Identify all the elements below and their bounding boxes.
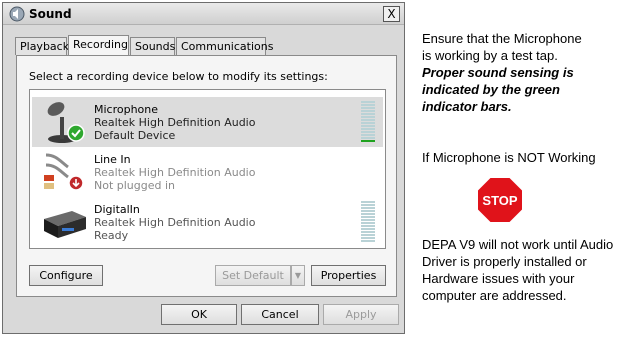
level-segment [361,201,375,203]
level-segment [361,210,375,212]
device-driver: Realtek High Definition Audio [94,166,256,179]
device-driver: Realtek High Definition Audio [94,216,256,229]
device-line-in[interactable]: Line In Realtek High Definition Audio No… [32,147,383,197]
level-segment [361,119,375,121]
level-segment [361,134,375,136]
level-segment [361,131,375,133]
level-segment [361,213,375,215]
properties-button[interactable]: Properties [311,265,386,286]
recording-panel: Select a recording device below to modif… [16,55,397,297]
sound-dialog: Sound X Playback Recording Sounds Commun… [2,2,405,334]
window-title: Sound [29,7,72,21]
level-segment [361,228,375,230]
device-name: Microphone [94,103,159,116]
apply-button[interactable]: Apply [323,304,399,325]
level-segment [361,137,375,139]
level-segment [361,128,375,130]
note-line: Driver is properly installed or [422,254,587,269]
ok-button[interactable]: OK [161,304,237,325]
level-segment [361,122,375,124]
level-segment [361,116,375,118]
instruction-text: Select a recording device below to modif… [29,70,328,83]
level-meter [361,201,375,243]
line-in-cable-icon [44,153,84,191]
level-segment [361,107,375,109]
level-segment [361,222,375,224]
stop-sign-text: STOP [482,193,517,208]
device-status: Default Device [94,129,176,142]
close-button[interactable]: X [383,6,400,22]
tab-sounds[interactable]: Sounds [130,37,175,55]
device-driver: Realtek High Definition Audio [94,116,256,129]
instructions-note: Ensure that the Microphone is working by… [422,30,582,115]
level-segment [361,110,375,112]
note-line: Hardware issues with your [422,271,575,286]
device-name: DigitalIn [94,203,140,216]
device-name: Line In [94,153,131,166]
stop-sign-icon: STOP [476,176,524,224]
level-segment [361,125,375,127]
level-segment [361,140,375,142]
set-default-dropdown[interactable]: ▼ [291,265,305,286]
device-microphone[interactable]: Microphone Realtek High Definition Audio… [32,97,383,147]
note-line: is working by a test tap. [422,48,558,63]
tab-recording[interactable]: Recording [68,35,129,56]
level-segment [361,237,375,239]
note-emphasis: Proper sound sensing is [422,65,574,80]
configure-button[interactable]: Configure [29,265,103,286]
level-segment [361,240,375,242]
microphone-icon [47,102,85,143]
level-segment [361,225,375,227]
device-digital-in[interactable]: DigitalIn Realtek High Definition Audio … [32,197,383,247]
note-emphasis: indicator bars. [422,99,512,114]
level-segment [361,204,375,206]
level-segment [361,207,375,209]
level-segment [361,113,375,115]
note-line: computer are addressed. [422,288,567,303]
device-list: Microphone Realtek High Definition Audio… [29,89,386,249]
note-line: Ensure that the Microphone [422,31,582,46]
device-status: Ready [94,229,129,242]
tab-communications[interactable]: Communications [176,37,273,55]
warning-note: DEPA V9 will not work until Audio Driver… [422,236,613,304]
level-segment [361,234,375,236]
set-default-button[interactable]: Set Default [215,265,291,286]
not-working-heading: If Microphone is NOT Working [422,150,596,165]
cancel-button[interactable]: Cancel [241,304,319,325]
speaker-icon [9,6,25,22]
level-segment [361,216,375,218]
digital-in-device-icon [44,211,86,238]
chevron-down-icon: ▼ [294,271,302,280]
level-segment [361,219,375,221]
tab-playback[interactable]: Playback [15,37,69,55]
note-emphasis: indicated by the green [422,82,560,97]
level-segment [361,231,375,233]
level-meter [361,101,375,143]
level-segment [361,104,375,106]
note-line: DEPA V9 will not work until Audio [422,237,614,252]
level-segment [361,101,375,103]
title-bar[interactable]: Sound X [3,3,404,25]
device-status: Not plugged in [94,179,176,192]
